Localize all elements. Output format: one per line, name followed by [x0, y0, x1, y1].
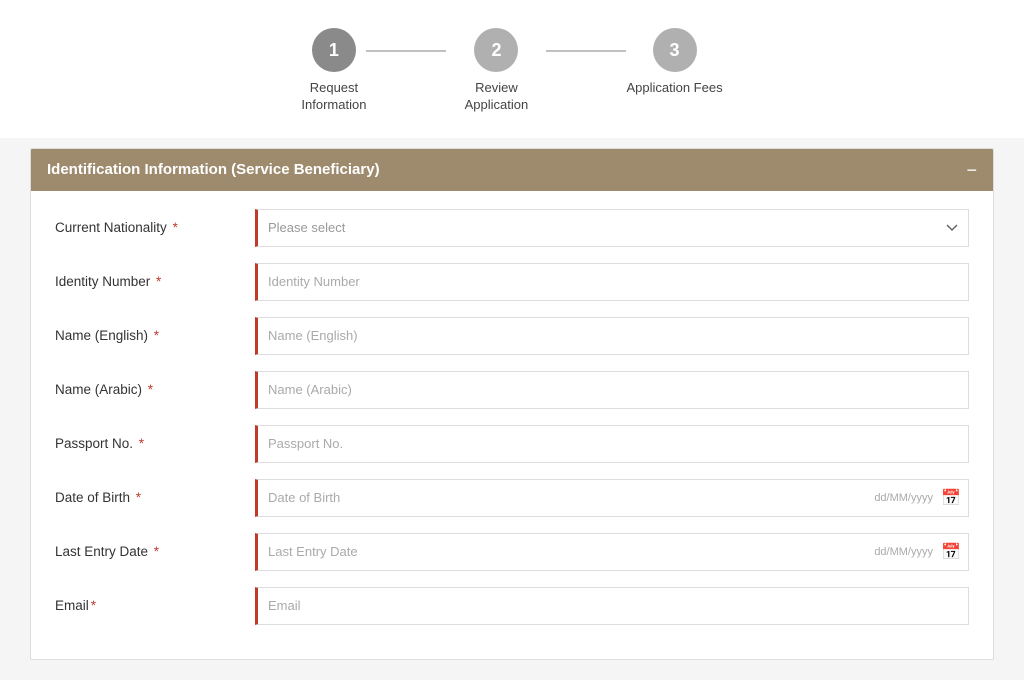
passport-input[interactable] [255, 425, 969, 463]
last-entry-input[interactable] [255, 533, 969, 571]
dob-label: Date of Birth * [55, 490, 255, 505]
dob-required: * [136, 490, 141, 505]
email-required: * [91, 598, 96, 613]
identity-number-label: Identity Number * [55, 274, 255, 289]
name-english-required: * [154, 328, 159, 343]
step-3-circle: 3 [653, 28, 697, 72]
email-row: Email* [55, 587, 969, 625]
passport-row: Passport No. * [55, 425, 969, 463]
identity-number-field [255, 263, 969, 301]
card-body: Current Nationality * Please select Iden… [31, 191, 993, 659]
card-header: Identification Information (Service Bene… [31, 149, 993, 191]
name-arabic-row: Name (Arabic) * [55, 371, 969, 409]
step-1-circle: 1 [312, 28, 356, 72]
name-arabic-label: Name (Arabic) * [55, 382, 255, 397]
step-3-label: Application Fees [626, 80, 722, 97]
passport-required: * [139, 436, 144, 451]
nationality-field: Please select [255, 209, 969, 247]
last-entry-wrapper: dd/MM/yyyy 📅 [255, 533, 969, 571]
main-content: Identification Information (Service Bene… [0, 138, 1024, 680]
step-1: 1 RequestInformation [301, 28, 366, 114]
stepper: 1 RequestInformation 2 Review Applicatio… [0, 0, 1024, 138]
dob-wrapper: dd/MM/yyyy 📅 [255, 479, 969, 517]
last-entry-field: dd/MM/yyyy 📅 [255, 533, 969, 571]
nationality-select[interactable]: Please select [255, 209, 969, 247]
nationality-required: * [173, 220, 178, 235]
passport-field [255, 425, 969, 463]
step-connector-1 [366, 50, 446, 52]
name-arabic-input[interactable] [255, 371, 969, 409]
last-entry-row: Last Entry Date * dd/MM/yyyy 📅 [55, 533, 969, 571]
email-label: Email* [55, 598, 255, 613]
step-2-label: Review Application [446, 80, 546, 114]
passport-label: Passport No. * [55, 436, 255, 451]
step-3: 3 Application Fees [626, 28, 722, 97]
step-1-label: RequestInformation [301, 80, 366, 114]
dob-calendar-icon[interactable]: 📅 [941, 488, 961, 508]
last-entry-required: * [154, 544, 159, 559]
name-english-row: Name (English) * [55, 317, 969, 355]
name-arabic-required: * [148, 382, 153, 397]
step-2-circle: 2 [474, 28, 518, 72]
dob-field: dd/MM/yyyy 📅 [255, 479, 969, 517]
last-entry-label: Last Entry Date * [55, 544, 255, 559]
name-english-label: Name (English) * [55, 328, 255, 343]
dob-row: Date of Birth * dd/MM/yyyy 📅 [55, 479, 969, 517]
email-input[interactable] [255, 587, 969, 625]
identity-number-input[interactable] [255, 263, 969, 301]
nationality-label: Current Nationality * [55, 220, 255, 235]
name-english-input[interactable] [255, 317, 969, 355]
name-arabic-field [255, 371, 969, 409]
identity-number-required: * [156, 274, 161, 289]
dob-input[interactable] [255, 479, 969, 517]
name-english-field [255, 317, 969, 355]
email-field [255, 587, 969, 625]
last-entry-calendar-icon[interactable]: 📅 [941, 542, 961, 562]
collapse-button[interactable]: − [966, 161, 977, 179]
step-2: 2 Review Application [446, 28, 546, 114]
nationality-row: Current Nationality * Please select [55, 209, 969, 247]
identification-card: Identification Information (Service Bene… [30, 148, 994, 660]
step-connector-2 [546, 50, 626, 52]
identity-number-row: Identity Number * [55, 263, 969, 301]
card-header-title: Identification Information (Service Bene… [47, 161, 380, 178]
